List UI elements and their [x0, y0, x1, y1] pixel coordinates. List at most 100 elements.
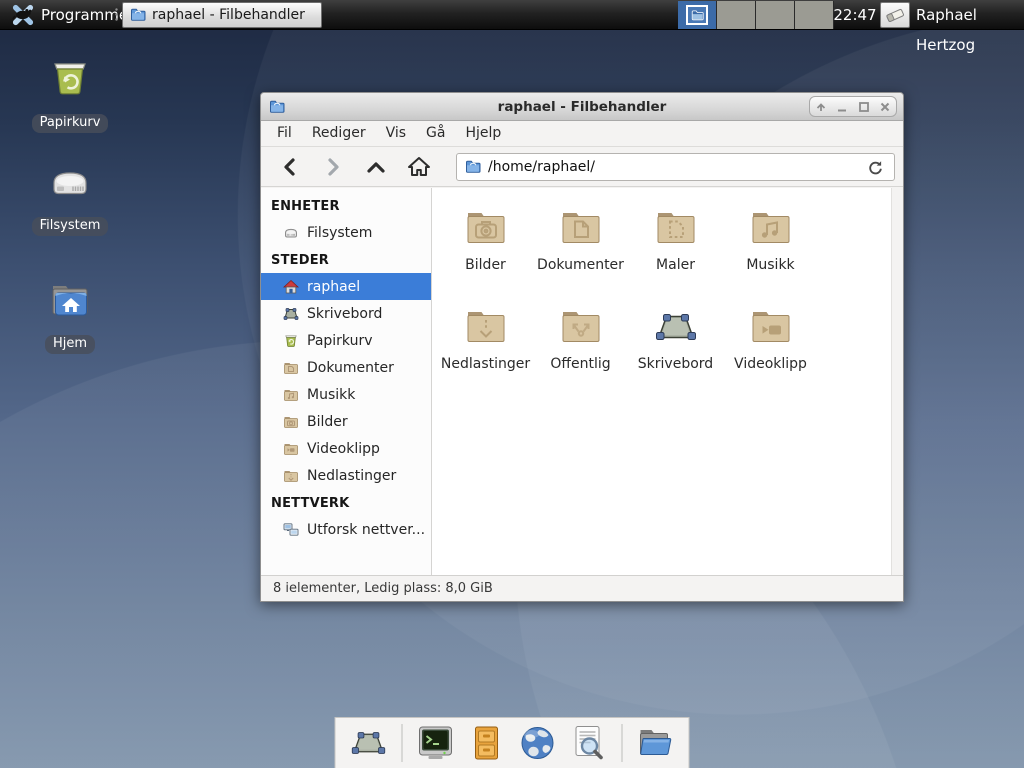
panel-user-name: Raphael Hertzog	[916, 0, 1024, 30]
reload-button[interactable]	[864, 156, 886, 178]
menu-file[interactable]: Fil	[267, 121, 302, 146]
file-item-videoklipp[interactable]: Videoklipp	[725, 303, 817, 402]
file-manager-window-icon	[130, 7, 146, 23]
terminal-launcher[interactable]	[415, 722, 457, 764]
current-folder-icon	[465, 159, 481, 175]
sidebar-item-filesystem[interactable]: Filsystem	[261, 219, 431, 246]
panel-clock: 22:47	[832, 0, 878, 30]
sidebar-item-skrivebord[interactable]: Skrivebord	[261, 300, 431, 327]
file-label: Skrivebord	[638, 356, 713, 372]
session-action-button[interactable]	[880, 2, 910, 28]
window-controls	[809, 96, 897, 117]
desktop-icon-label: Hjem	[45, 335, 95, 354]
sidebar-item-nedlastinger[interactable]: Nedlastinger	[261, 462, 431, 489]
desktop-icon-filesystem[interactable]: Filsystem	[22, 158, 118, 236]
file-item-musikk[interactable]: Musikk	[725, 204, 817, 303]
workspace-4[interactable]	[795, 1, 833, 29]
folder-documents-icon	[557, 204, 605, 252]
tasklist-grip[interactable]	[114, 7, 119, 23]
folder-videos-icon	[747, 303, 795, 351]
workspace-1[interactable]	[678, 1, 716, 29]
sidebar-item-label: Musikk	[307, 387, 355, 403]
desktop-icon	[283, 306, 299, 322]
up-button[interactable]	[359, 152, 393, 182]
shortcuts-sidebar: ENHETER Filsystem STEDER	[261, 188, 432, 575]
file-item-skrivebord[interactable]: Skrivebord	[630, 303, 722, 402]
sidebar-item-papirkurv[interactable]: Papirkurv	[261, 327, 431, 354]
sidebar-item-network[interactable]: Utforsk nettver...	[261, 516, 431, 543]
sidebar-item-raphael[interactable]: raphael	[261, 273, 431, 300]
sidebar-item-dokumenter[interactable]: Dokumenter	[261, 354, 431, 381]
directory-menu-button[interactable]	[635, 722, 677, 764]
file-grid: Bilder	[438, 204, 818, 402]
workspace-2[interactable]	[717, 1, 755, 29]
applications-menu-button[interactable]: Programmer	[6, 0, 140, 30]
minimize-button[interactable]	[833, 98, 851, 116]
sidebar-item-label: Skrivebord	[307, 306, 382, 322]
menu-go[interactable]: Gå	[416, 121, 455, 146]
trash-icon	[46, 55, 94, 103]
file-manager-window: raphael - Filbehandler Fil Rediger Vis	[260, 92, 904, 602]
path-input[interactable]	[488, 159, 857, 175]
file-item-maler[interactable]: Maler	[630, 204, 722, 303]
path-bar[interactable]	[456, 153, 895, 181]
menu-view[interactable]: Vis	[376, 121, 416, 146]
statusbar-text: 8 ielementer, Ledig plass: 8,0 GiB	[273, 581, 493, 596]
file-item-dokumenter[interactable]: Dokumenter	[535, 204, 627, 303]
network-icon	[283, 522, 299, 538]
shade-button[interactable]	[812, 98, 830, 116]
xfce-logo-icon	[12, 4, 34, 26]
file-cabinet-launcher[interactable]	[466, 722, 508, 764]
drive-icon	[46, 158, 94, 206]
desktop-icon-home[interactable]: Hjem	[22, 276, 118, 354]
window-titlebar[interactable]: raphael - Filbehandler	[261, 93, 903, 121]
back-button[interactable]	[273, 152, 307, 182]
folder-pictures-icon	[462, 204, 510, 252]
show-desktop-button[interactable]	[348, 722, 390, 764]
bottom-dock	[335, 717, 690, 768]
close-button[interactable]	[876, 98, 894, 116]
sidebar-header-places: STEDER	[261, 246, 431, 273]
home-icon	[283, 279, 299, 295]
taskbar-window-button[interactable]: raphael - Filbehandler	[122, 2, 322, 28]
folder-downloads-icon	[283, 468, 299, 484]
search-files-launcher[interactable]	[568, 722, 610, 764]
file-manager-window-icon	[269, 99, 285, 115]
menu-help[interactable]: Hjelp	[455, 121, 511, 146]
trash-icon	[283, 333, 299, 349]
file-view[interactable]: Bilder	[432, 188, 903, 575]
vertical-scrollbar[interactable]	[891, 188, 903, 575]
desktop-icon-label: Papirkurv	[32, 114, 109, 133]
sidebar-item-label: Utforsk nettver...	[307, 522, 425, 538]
workspace-window-thumbnail	[686, 5, 708, 25]
sidebar-item-videoklipp[interactable]: Videoklipp	[261, 435, 431, 462]
file-item-offentlig[interactable]: Offentlig	[535, 303, 627, 402]
sidebar-item-musikk[interactable]: Musikk	[261, 381, 431, 408]
folder-music-icon	[747, 204, 795, 252]
drive-icon	[283, 225, 299, 241]
toolbar	[261, 147, 903, 187]
file-item-bilder[interactable]: Bilder	[440, 204, 532, 303]
desktop-icon	[652, 303, 700, 351]
file-label: Musikk	[746, 257, 794, 273]
menubar: Fil Rediger Vis Gå Hjelp	[261, 121, 903, 147]
folder-documents-icon	[283, 360, 299, 376]
web-browser-launcher[interactable]	[517, 722, 559, 764]
menu-edit[interactable]: Rediger	[302, 121, 376, 146]
desktop-icon-label: Filsystem	[32, 217, 109, 236]
window-title: raphael - Filbehandler	[261, 93, 903, 121]
workspace-3[interactable]	[756, 1, 794, 29]
home-button[interactable]	[402, 152, 436, 182]
desktop-icon-trash[interactable]: Papirkurv	[22, 55, 118, 133]
sidebar-item-label: raphael	[307, 279, 360, 295]
maximize-button[interactable]	[855, 98, 873, 116]
sidebar-item-bilder[interactable]: Bilder	[261, 408, 431, 435]
file-label: Maler	[656, 257, 695, 273]
sidebar-item-label: Filsystem	[307, 225, 372, 241]
sidebar-header-network: NETTVERK	[261, 489, 431, 516]
sidebar-header-devices: ENHETER	[261, 192, 431, 219]
sidebar-item-label: Bilder	[307, 414, 348, 430]
dock-separator	[622, 724, 623, 762]
file-item-nedlastinger[interactable]: Nedlastinger	[440, 303, 532, 402]
forward-button[interactable]	[316, 152, 350, 182]
